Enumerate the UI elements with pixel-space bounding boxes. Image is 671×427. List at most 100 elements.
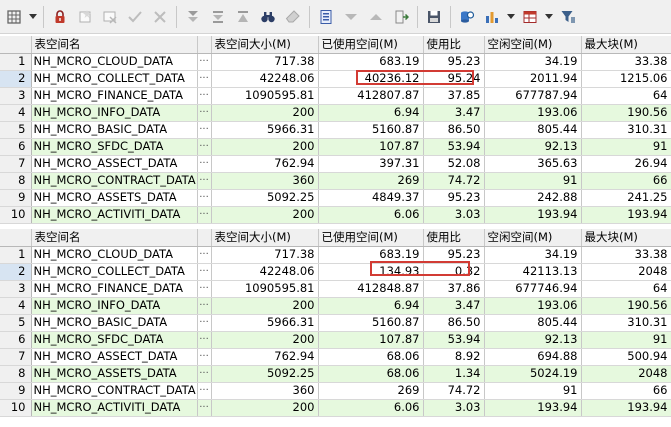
max-block-cell[interactable]: 26.94 [581, 155, 671, 173]
cell-expand-button[interactable]: ··· [197, 104, 212, 122]
tablespace-name-cell[interactable]: NH_MCRO_CONTRACT_DATA [31, 382, 198, 400]
used-cell[interactable]: 6.94 [318, 104, 424, 122]
tablespace-name-cell[interactable]: NH_MCRO_CLOUD_DATA [31, 246, 198, 264]
max-block-cell[interactable]: 190.56 [581, 297, 671, 315]
table-row[interactable]: 2 NH_MCRO_COLLECT_DATA ··· 42248.06 134.93 0.… [0, 263, 671, 281]
max-block-cell[interactable]: 2048 [581, 365, 671, 383]
tablespace-name-cell[interactable]: NH_MCRO_SFDC_DATA [31, 138, 198, 156]
max-block-cell[interactable]: 64 [581, 87, 671, 105]
cell-expand-button[interactable]: ··· [197, 348, 212, 366]
cell-expand-button[interactable]: ··· [197, 138, 212, 156]
max-block-cell[interactable]: 241.25 [581, 189, 671, 207]
max-block-cell[interactable]: 64 [581, 280, 671, 298]
size-cell[interactable]: 5092.25 [211, 189, 319, 207]
free-cell[interactable]: 193.94 [484, 399, 582, 417]
row-number[interactable]: 6 [0, 331, 32, 349]
ratio-cell[interactable]: 95.24 [423, 70, 485, 88]
used-cell[interactable]: 412848.87 [318, 280, 424, 298]
size-cell[interactable]: 1090595.81 [211, 280, 319, 298]
column-header[interactable]: 最大块(M) [581, 36, 671, 54]
table-dropdown-icon[interactable] [543, 5, 554, 29]
dropdown-arrow-icon[interactable] [27, 5, 38, 29]
free-cell[interactable]: 193.06 [484, 297, 582, 315]
chart-dropdown-icon[interactable] [505, 5, 516, 29]
tablespace-name-cell[interactable]: NH_MCRO_INFO_DATA [31, 297, 198, 315]
plugin-icon[interactable] [389, 5, 413, 29]
max-block-cell[interactable]: 500.94 [581, 348, 671, 366]
size-cell[interactable]: 42248.06 [211, 263, 319, 281]
cell-expand-button[interactable]: ··· [197, 70, 212, 88]
free-cell[interactable]: 805.44 [484, 121, 582, 139]
table-row[interactable]: 2 NH_MCRO_COLLECT_DATA ··· 42248.06 40236.12… [0, 70, 671, 88]
cell-expand-button[interactable]: ··· [197, 246, 212, 264]
max-block-cell[interactable]: 66 [581, 172, 671, 190]
table-row[interactable]: 7 NH_MCRO_ASSECT_DATA ··· 762.94 397.31 52.08… [0, 155, 671, 173]
filter-icon[interactable] [556, 5, 580, 29]
free-cell[interactable]: 193.06 [484, 104, 582, 122]
ratio-cell[interactable]: 37.86 [423, 280, 485, 298]
max-block-cell[interactable]: 193.94 [581, 399, 671, 417]
size-cell[interactable]: 5092.25 [211, 365, 319, 383]
ratio-cell[interactable]: 8.92 [423, 348, 485, 366]
table-row[interactable]: 8 NH_MCRO_CONTRACT_DATA ··· 360 269 74.72 91 66 [0, 172, 671, 190]
row-number[interactable]: 2 [0, 70, 32, 88]
new-row-icon[interactable] [73, 5, 97, 29]
ratio-cell[interactable]: 0.32 [423, 263, 485, 281]
size-cell[interactable]: 200 [211, 104, 319, 122]
cell-expand-button[interactable]: ··· [197, 297, 212, 315]
cell-expand-button[interactable]: ··· [197, 121, 212, 139]
free-cell[interactable]: 365.63 [484, 155, 582, 173]
row-number[interactable]: 7 [0, 348, 32, 366]
used-cell[interactable]: 683.19 [318, 246, 424, 264]
used-cell[interactable]: 412807.87 [318, 87, 424, 105]
size-cell[interactable]: 200 [211, 206, 319, 224]
size-cell[interactable]: 360 [211, 382, 319, 400]
table-row[interactable]: 7 NH_MCRO_ASSECT_DATA ··· 762.94 68.06 8.92 69… [0, 348, 671, 366]
sort-asc-icon[interactable] [206, 5, 230, 29]
cell-expand-button[interactable]: ··· [197, 87, 212, 105]
ratio-cell[interactable]: 37.85 [423, 87, 485, 105]
tablespace-name-cell[interactable]: NH_MCRO_ASSECT_DATA [31, 155, 198, 173]
max-block-cell[interactable]: 33.38 [581, 246, 671, 264]
table-row[interactable]: 4 NH_MCRO_INFO_DATA ··· 200 6.94 3.47 193.06 19… [0, 297, 671, 315]
column-header[interactable]: 表空间名 [31, 36, 198, 54]
tablespace-name-cell[interactable]: NH_MCRO_ACTIVITI_DATA [31, 399, 198, 417]
cell-expand-button[interactable]: ··· [197, 365, 212, 383]
cell-expand-button[interactable]: ··· [197, 53, 212, 71]
tablespace-name-cell[interactable]: NH_MCRO_COLLECT_DATA [31, 263, 198, 281]
ratio-cell[interactable]: 53.94 [423, 331, 485, 349]
column-header[interactable]: 已使用空间(M) [318, 36, 424, 54]
column-header[interactable]: 表空间大小(M) [211, 229, 319, 247]
ratio-cell[interactable]: 53.94 [423, 138, 485, 156]
row-number[interactable]: 1 [0, 246, 32, 264]
row-number[interactable]: 4 [0, 104, 32, 122]
row-number[interactable]: 3 [0, 87, 32, 105]
free-cell[interactable]: 242.88 [484, 189, 582, 207]
used-cell[interactable]: 683.19 [318, 53, 424, 71]
used-cell[interactable]: 397.31 [318, 155, 424, 173]
free-cell[interactable]: 5024.19 [484, 365, 582, 383]
max-block-cell[interactable]: 1215.06 [581, 70, 671, 88]
free-cell[interactable]: 694.88 [484, 348, 582, 366]
size-cell[interactable]: 200 [211, 297, 319, 315]
tablespace-name-cell[interactable]: NH_MCRO_FINANCE_DATA [31, 280, 198, 298]
cell-expand-button[interactable]: ··· [197, 399, 212, 417]
ratio-cell[interactable]: 74.72 [423, 382, 485, 400]
cell-expand-button[interactable]: ··· [197, 314, 212, 332]
cell-expand-button[interactable]: ··· [197, 331, 212, 349]
size-cell[interactable]: 5966.31 [211, 314, 319, 332]
used-cell[interactable]: 68.06 [318, 348, 424, 366]
lock-icon[interactable] [48, 5, 72, 29]
table-row[interactable]: 3 NH_MCRO_FINANCE_DATA ··· 1090595.81 412807… [0, 87, 671, 105]
ratio-cell[interactable]: 95.23 [423, 246, 485, 264]
table-row[interactable]: 10 NH_MCRO_ACTIVITI_DATA ··· 200 6.06 3.03 193… [0, 399, 671, 417]
used-cell[interactable]: 40236.12 [318, 70, 424, 88]
export-icon[interactable] [314, 5, 338, 29]
row-number[interactable]: 7 [0, 155, 32, 173]
ratio-cell[interactable]: 3.03 [423, 206, 485, 224]
max-block-cell[interactable]: 310.31 [581, 314, 671, 332]
used-cell[interactable]: 5160.87 [318, 314, 424, 332]
row-number[interactable]: 4 [0, 297, 32, 315]
max-block-cell[interactable]: 66 [581, 382, 671, 400]
grid-settings-icon[interactable] [2, 5, 26, 29]
